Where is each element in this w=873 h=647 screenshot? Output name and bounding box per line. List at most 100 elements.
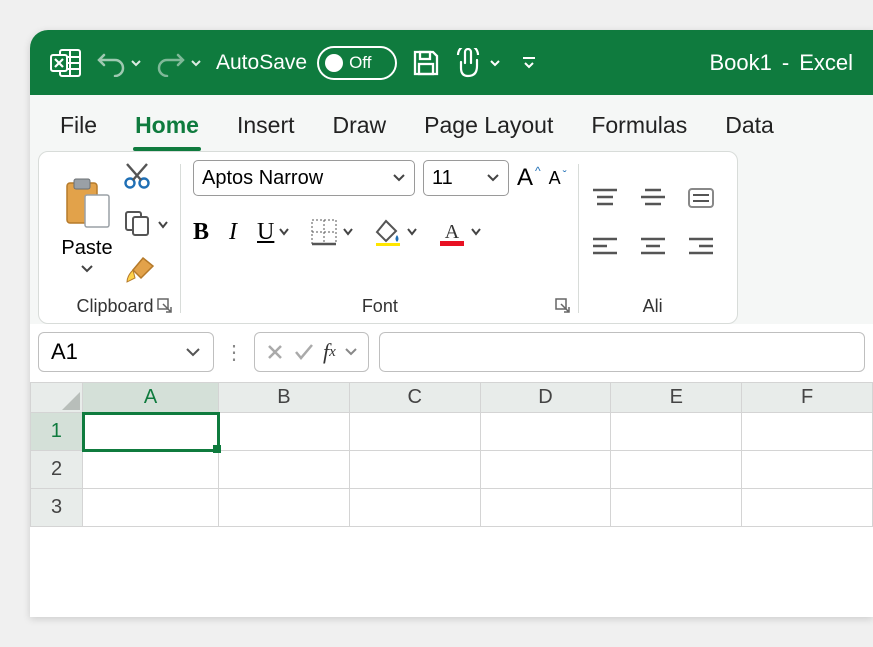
chevron-down-icon[interactable]: [344, 347, 358, 357]
tab-formulas[interactable]: Formulas: [589, 106, 689, 151]
chevron-down-icon[interactable]: [185, 346, 201, 358]
autosave-control: AutoSave Off: [216, 46, 397, 80]
dialog-launcher-icon: [555, 298, 571, 314]
cut-button[interactable]: [123, 162, 151, 195]
align-top-button[interactable]: [591, 187, 619, 214]
cell-B3[interactable]: [219, 489, 350, 527]
formula-divider-dots[interactable]: ⋮: [224, 340, 244, 365]
align-left-button[interactable]: [591, 236, 619, 263]
paste-button[interactable]: Paste: [61, 177, 113, 274]
cell-B2[interactable]: [219, 451, 350, 489]
cell-D1[interactable]: [480, 413, 611, 451]
clipboard-launcher[interactable]: [157, 298, 173, 319]
underline-button[interactable]: U: [257, 219, 290, 246]
ribbon-tabs: File Home Insert Draw Page Layout Formul…: [30, 95, 873, 151]
cell-C2[interactable]: [349, 451, 480, 489]
chevron-down-icon[interactable]: [80, 264, 94, 274]
select-all-corner[interactable]: [31, 383, 83, 413]
tab-insert[interactable]: Insert: [235, 106, 297, 151]
borders-button[interactable]: [310, 218, 354, 246]
name-box-value: A1: [51, 339, 78, 365]
chevron-down-icon[interactable]: [278, 227, 290, 237]
enter-formula-button[interactable]: [293, 342, 315, 362]
cell-E2[interactable]: [611, 451, 742, 489]
redo-button[interactable]: [156, 49, 202, 77]
align-middle-button[interactable]: [639, 187, 667, 214]
decrease-font-size-button[interactable]: Aˇ: [549, 168, 567, 189]
document-name: Book1: [709, 50, 771, 76]
cell-D2[interactable]: [480, 451, 611, 489]
ribbon: Paste: [30, 151, 873, 324]
cell-F2[interactable]: [742, 451, 873, 489]
cell-F1[interactable]: [742, 413, 873, 451]
paste-icon: [61, 177, 113, 233]
cell-A1[interactable]: [83, 413, 219, 451]
insert-function-button[interactable]: fx: [323, 339, 336, 365]
row-header-2[interactable]: 2: [31, 451, 83, 489]
name-box[interactable]: A1: [38, 332, 214, 372]
tab-file[interactable]: File: [58, 106, 99, 151]
font-size-select[interactable]: 11: [423, 160, 509, 196]
cell-A3[interactable]: [83, 489, 219, 527]
chevron-down-icon[interactable]: [157, 220, 169, 230]
chevron-down-icon[interactable]: [190, 57, 202, 69]
tab-data[interactable]: Data: [723, 106, 776, 151]
cell-E3[interactable]: [611, 489, 742, 527]
border-icon: [310, 218, 338, 246]
tab-page-layout[interactable]: Page Layout: [422, 106, 555, 151]
cell-F3[interactable]: [742, 489, 873, 527]
font-color-button[interactable]: A: [438, 218, 482, 246]
cell-D3[interactable]: [480, 489, 611, 527]
save-button[interactable]: [411, 48, 441, 78]
column-header-A[interactable]: A: [83, 383, 219, 413]
chevron-down-icon[interactable]: [406, 227, 418, 237]
touch-mode-button[interactable]: [455, 48, 501, 78]
fill-color-button[interactable]: [374, 218, 418, 246]
cell-B1[interactable]: [219, 413, 350, 451]
chevron-down-icon: [486, 173, 500, 183]
paint-bucket-icon: [374, 218, 402, 246]
chevron-down-icon[interactable]: [470, 227, 482, 237]
spreadsheet-grid: A B C D E F 1 2 3: [30, 382, 873, 527]
font-name-select[interactable]: Aptos Narrow: [193, 160, 415, 196]
group-font: Aptos Narrow 11 A^ Aˇ B I U: [181, 160, 579, 317]
column-header-D[interactable]: D: [480, 383, 611, 413]
copy-button[interactable]: [123, 209, 151, 242]
group-font-label: Font: [362, 296, 398, 317]
cell-A2[interactable]: [83, 451, 219, 489]
align-center-button[interactable]: [639, 236, 667, 263]
dialog-launcher-icon: [157, 298, 173, 314]
italic-button[interactable]: I: [229, 219, 237, 246]
row-header-3[interactable]: 3: [31, 489, 83, 527]
undo-button[interactable]: [96, 49, 142, 77]
formula-input[interactable]: [379, 332, 865, 372]
row-header-1[interactable]: 1: [31, 413, 83, 451]
formula-bar-row: A1 ⋮ fx: [30, 324, 873, 372]
format-painter-button[interactable]: [123, 256, 155, 289]
cancel-formula-button[interactable]: [265, 342, 285, 362]
group-alignment: Ali: [579, 160, 727, 317]
chevron-down-icon[interactable]: [342, 227, 354, 237]
bold-button[interactable]: B: [193, 219, 209, 246]
autosave-toggle[interactable]: Off: [317, 46, 397, 80]
app-name: Excel: [799, 50, 853, 76]
increase-font-size-button[interactable]: A^: [517, 164, 541, 192]
tab-draw[interactable]: Draw: [331, 106, 389, 151]
font-size-value: 11: [432, 167, 453, 190]
tab-home[interactable]: Home: [133, 106, 201, 151]
cell-C3[interactable]: [349, 489, 480, 527]
column-header-E[interactable]: E: [611, 383, 742, 413]
align-bottom-button[interactable]: [687, 187, 715, 214]
column-header-C[interactable]: C: [349, 383, 480, 413]
cell-E1[interactable]: [611, 413, 742, 451]
cell-C1[interactable]: [349, 413, 480, 451]
chevron-down-icon[interactable]: [489, 57, 501, 69]
autosave-label: AutoSave: [216, 51, 307, 75]
font-launcher[interactable]: [555, 298, 571, 319]
qat-more-button[interactable]: [521, 55, 537, 71]
chevron-down-icon[interactable]: [130, 57, 142, 69]
column-header-F[interactable]: F: [742, 383, 873, 413]
column-header-B[interactable]: B: [219, 383, 350, 413]
align-right-button[interactable]: [687, 236, 715, 263]
svg-text:A: A: [445, 221, 460, 243]
